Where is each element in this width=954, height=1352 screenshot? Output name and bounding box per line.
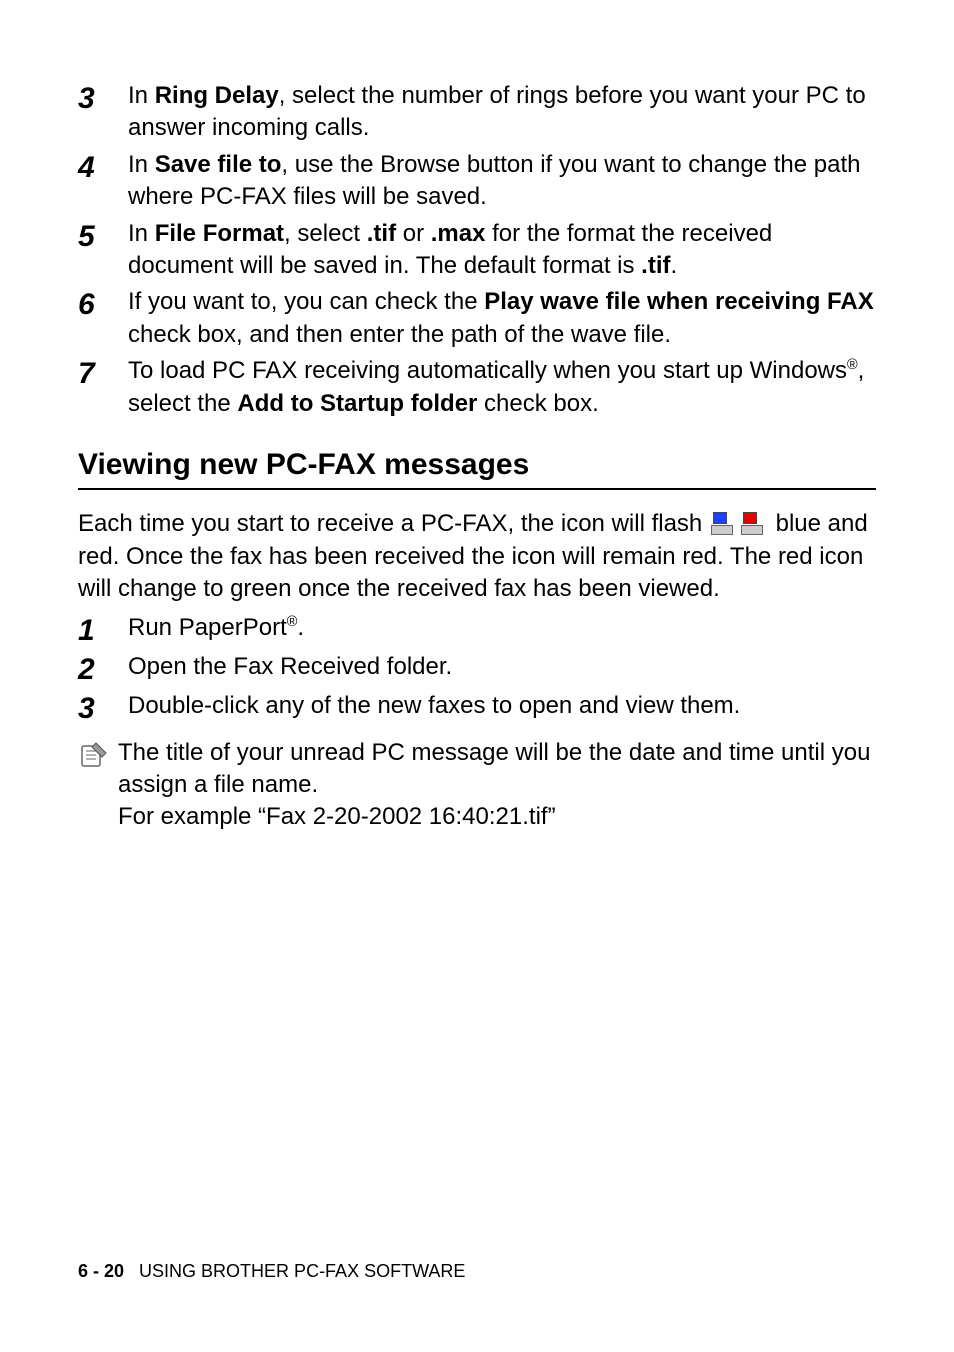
text: To load PC FAX receiving automatically w…	[128, 357, 847, 384]
page-number: 6 - 20	[78, 1261, 124, 1281]
numbered-steps-view: 1 Run PaperPort®. 2 Open the Fax Receive…	[78, 612, 876, 725]
step-number: 6	[78, 286, 128, 351]
numbered-steps-top: 3 In Ring Delay, select the number of ri…	[78, 80, 876, 420]
step-number: 7	[78, 355, 128, 420]
text: , select	[284, 220, 367, 247]
step-number: 3	[78, 80, 128, 145]
step-body: Run PaperPort®.	[128, 612, 876, 647]
step-body: In Save file to, use the Browse button i…	[128, 149, 876, 214]
note-block: The title of your unread PC message will…	[78, 737, 876, 834]
view-step-1: 1 Run PaperPort®.	[78, 612, 876, 647]
step-number: 3	[78, 690, 128, 725]
step-body: In File Format, select .tif or .max for …	[128, 218, 876, 283]
step-number: 4	[78, 149, 128, 214]
bold-text: File Format	[155, 220, 284, 247]
section-heading: Viewing new PC-FAX messages	[78, 448, 876, 490]
registered-mark: ®	[287, 614, 298, 630]
step-body: If you want to, you can check the Play w…	[128, 286, 876, 351]
text: or	[396, 220, 431, 247]
fax-icon-red-icon	[741, 512, 769, 538]
step-7: 7 To load PC FAX receiving automatically…	[78, 355, 876, 420]
text: In	[128, 82, 155, 109]
text: Open the Fax Received folder.	[128, 653, 452, 680]
view-step-2: 2 Open the Fax Received folder.	[78, 651, 876, 686]
step-3: 3 In Ring Delay, select the number of ri…	[78, 80, 876, 145]
step-body: To load PC FAX receiving automatically w…	[128, 355, 876, 420]
step-6: 6 If you want to, you can check the Play…	[78, 286, 876, 351]
text: If you want to, you can check the	[128, 288, 484, 315]
text: For example “Fax 2-20-2002 16:40:21.tif”	[118, 803, 556, 830]
view-step-3: 3 Double-click any of the new faxes to o…	[78, 690, 876, 725]
step-body: In Ring Delay, select the number of ring…	[128, 80, 876, 145]
note-icon	[78, 737, 118, 834]
step-4: 4 In Save file to, use the Browse button…	[78, 149, 876, 214]
text: Run PaperPort	[128, 614, 287, 641]
step-body: Double-click any of the new faxes to ope…	[128, 690, 876, 725]
text: .	[297, 614, 304, 641]
text: In	[128, 220, 155, 247]
text: check box.	[477, 390, 598, 417]
step-number: 1	[78, 612, 128, 647]
bold-text: Ring Delay	[155, 82, 279, 109]
bold-text: .max	[431, 220, 486, 247]
text: check box, and then enter the path of th…	[128, 321, 671, 348]
bold-text: .tif	[367, 220, 396, 247]
step-body: Open the Fax Received folder.	[128, 651, 876, 686]
step-number: 2	[78, 651, 128, 686]
page-footer: 6 - 20 USING BROTHER PC-FAX SOFTWARE	[78, 1261, 465, 1282]
text: The title of your unread PC message will…	[118, 739, 870, 798]
note-body: The title of your unread PC message will…	[118, 737, 876, 834]
step-number: 5	[78, 218, 128, 283]
text: In	[128, 151, 155, 178]
text: Double-click any of the new faxes to ope…	[128, 692, 740, 719]
bold-text: Add to Startup folder	[237, 390, 477, 417]
fax-tray-icons	[709, 508, 769, 540]
bold-text: .tif	[641, 252, 670, 279]
text: Each time you start to receive a PC-FAX,…	[78, 510, 709, 537]
fax-icon-blue-icon	[711, 512, 739, 538]
bold-text: Play wave file when receiving FAX	[484, 288, 874, 315]
step-5: 5 In File Format, select .tif or .max fo…	[78, 218, 876, 283]
footer-title: USING BROTHER PC-FAX SOFTWARE	[139, 1261, 465, 1281]
intro-paragraph: Each time you start to receive a PC-FAX,…	[78, 508, 876, 606]
registered-mark: ®	[847, 357, 858, 373]
text: .	[670, 252, 677, 279]
bold-text: Save file to	[155, 151, 282, 178]
